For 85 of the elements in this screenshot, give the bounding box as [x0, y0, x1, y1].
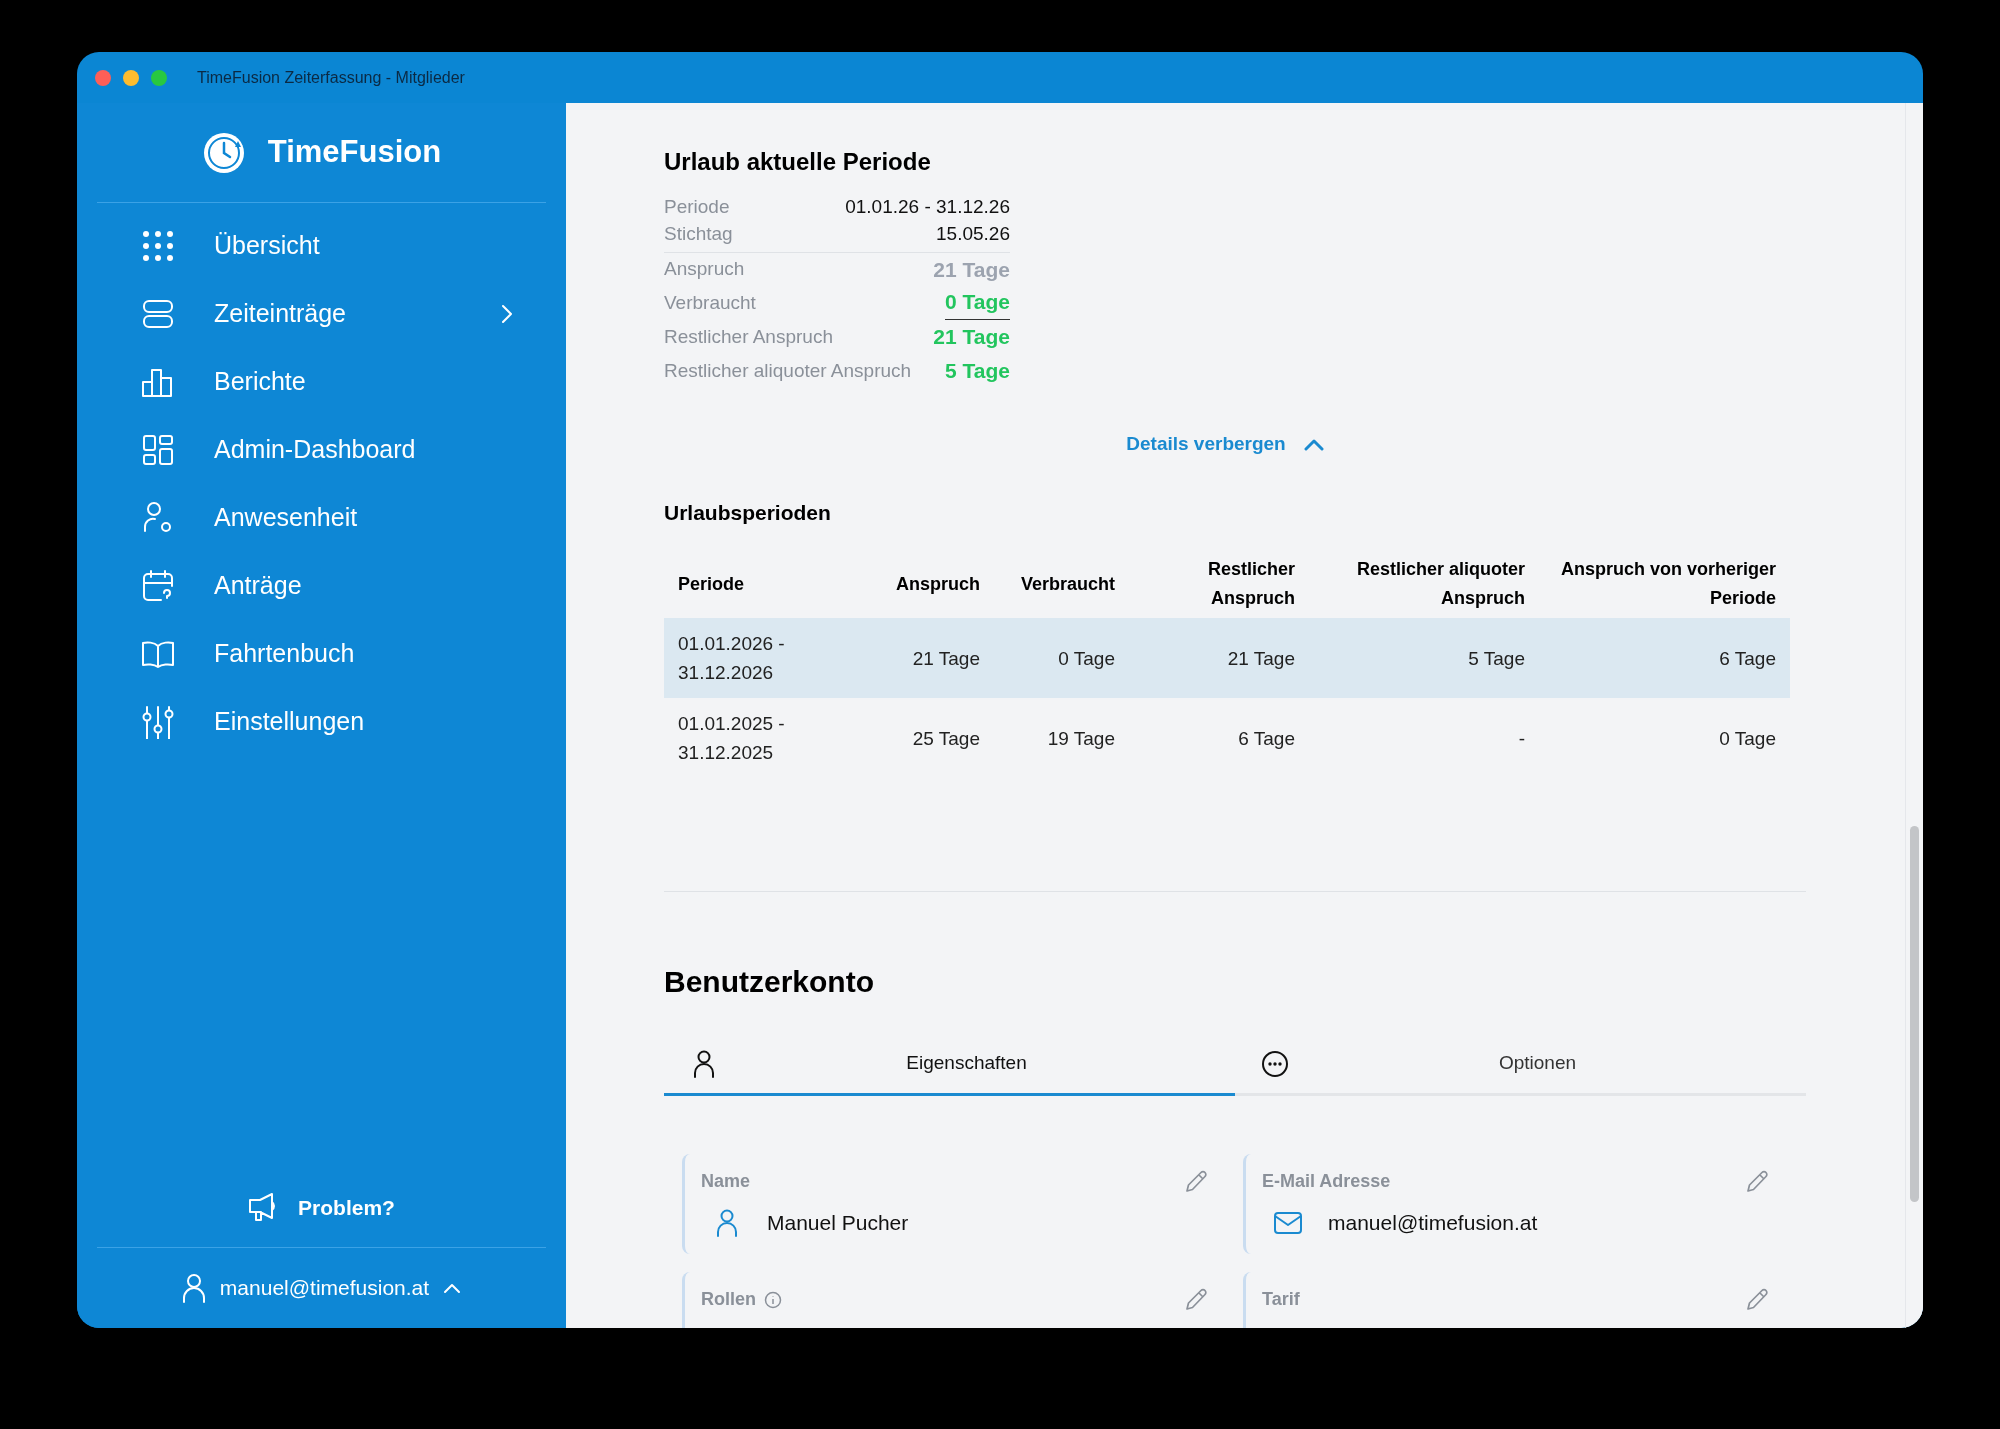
nav-label: Fahrtenbuch — [214, 638, 356, 670]
column-header: Restlicher aliquoter Anspruch — [1309, 550, 1539, 618]
table-cell: 21 Tage — [844, 618, 994, 698]
nav-item[interactable]: Anträge — [99, 552, 544, 620]
nav-label: Berichte — [214, 366, 307, 398]
table-cell: 0 Tage — [994, 618, 1129, 698]
summary-value: 01.01.26 - 31.12.26 — [845, 195, 1010, 220]
person-icon — [716, 1208, 738, 1237]
calendar-question-icon — [141, 569, 175, 603]
dashboard-icon — [141, 433, 175, 467]
nav-item[interactable]: Berichte — [99, 348, 544, 416]
nav-label: Übersicht — [214, 230, 321, 262]
chevron-up-icon — [1303, 437, 1324, 451]
summary-label: Stichtag — [664, 222, 733, 247]
table-cell: 01.01.2025 - 31.12.2025 — [664, 698, 844, 778]
summary-value: 21 Tage — [933, 256, 1010, 283]
nav-label: Einstellungen — [214, 706, 366, 738]
table-cell: - — [1309, 698, 1539, 778]
field-value: Manuel Pucher — [767, 1210, 909, 1236]
summary-value: 21 Tage — [933, 324, 1010, 351]
nav-label: Admin-Dashboard — [214, 434, 417, 466]
summary-label: Restlicher Anspruch — [664, 324, 833, 349]
edit-pencil-icon[interactable] — [1183, 1168, 1209, 1195]
column-header: Verbraucht — [994, 550, 1129, 618]
summary-value: 5 Tage — [945, 358, 1010, 385]
more-circle-icon — [1261, 1049, 1289, 1078]
minimize-button[interactable] — [123, 69, 139, 86]
column-header: Anspruch — [844, 550, 994, 618]
summary-label: Restlicher aliquoter Anspruch — [664, 358, 912, 383]
tab[interactable]: Eigenschaften — [664, 1034, 1235, 1096]
field-label: E-Mail Adresse — [1262, 1170, 1391, 1193]
scrollbar-thumb[interactable] — [1910, 826, 1919, 1202]
table-cell: 01.01.2026 - 31.12.2026 — [664, 618, 844, 698]
section-title: Benutzerkonto — [664, 964, 875, 1000]
edit-pencil-icon[interactable] — [1744, 1168, 1770, 1195]
table-cell: 6 Tage — [1539, 618, 1790, 698]
info-icon[interactable] — [764, 1290, 782, 1309]
problem-button[interactable]: Problem? — [248, 1191, 395, 1223]
chevron-right-icon — [500, 303, 514, 325]
user-menu-button[interactable]: manuel@timefusion.at — [181, 1272, 462, 1304]
column-header: Anspruch von vorheriger Periode — [1539, 550, 1790, 618]
stacked-rows-icon — [141, 297, 175, 331]
table-row[interactable]: 01.01.2025 - 31.12.2025 25 Tage 19 Tage 6 Tage - 0 Tage — [664, 698, 1790, 778]
table-cell: 21 Tage — [1129, 618, 1309, 698]
summary-label: Periode — [664, 195, 730, 220]
sliders-icon — [141, 705, 175, 739]
table-cell: 25 Tage — [844, 698, 994, 778]
table-cell: 0 Tage — [1539, 698, 1790, 778]
person-icon — [693, 1049, 715, 1078]
nav-item[interactable]: Einstellungen — [99, 688, 544, 756]
section-title: Urlaub aktuelle Periode — [664, 147, 932, 177]
field-label: Rollen — [701, 1288, 756, 1311]
section-title: Urlaubsperioden — [664, 499, 832, 526]
table-cell: 6 Tage — [1129, 698, 1309, 778]
edit-pencil-icon[interactable] — [1183, 1286, 1209, 1313]
zoom-button[interactable] — [151, 69, 167, 86]
field-label: Tarif — [1262, 1288, 1300, 1311]
column-header: Periode — [664, 550, 844, 618]
field-value: manuel@timefusion.at — [1328, 1210, 1538, 1236]
summary-label: Verbraucht — [664, 290, 756, 315]
brand-name: TimeFusion — [267, 133, 442, 172]
edit-pencil-icon[interactable] — [1744, 1286, 1770, 1313]
field-label: Name — [701, 1170, 751, 1193]
summary-label: Anspruch — [664, 257, 745, 282]
nav-item[interactable]: Anwesenheit — [99, 484, 544, 552]
table-cell: 5 Tage — [1309, 618, 1539, 698]
table-cell: 19 Tage — [994, 698, 1129, 778]
chevron-up-icon — [443, 1282, 462, 1294]
column-header: Restlicher Anspruch — [1129, 550, 1309, 618]
envelope-icon — [1273, 1210, 1303, 1235]
nav-label: Anträge — [214, 570, 303, 602]
nav-item[interactable]: Admin-Dashboard — [99, 416, 544, 484]
details-toggle-button[interactable]: Details verbergen — [1126, 430, 1324, 459]
nav-item[interactable]: Fahrtenbuch — [99, 620, 544, 688]
nav-label: Zeiteinträge — [214, 298, 348, 330]
nav-label: Anwesenheit — [214, 502, 359, 534]
nav-item[interactable]: Zeiteinträge — [99, 280, 544, 348]
grid-dots-icon — [141, 229, 175, 263]
summary-value: 15.05.26 — [936, 222, 1010, 247]
clock-logo-icon — [201, 130, 246, 175]
user-icon — [181, 1273, 206, 1303]
summary-value: 0 Tage — [945, 285, 1010, 321]
tab[interactable]: Optionen — [1235, 1034, 1806, 1096]
window-title: TimeFusion Zeiterfassung - Mitglieder — [197, 67, 465, 88]
nav-item[interactable]: Übersicht — [99, 212, 544, 280]
